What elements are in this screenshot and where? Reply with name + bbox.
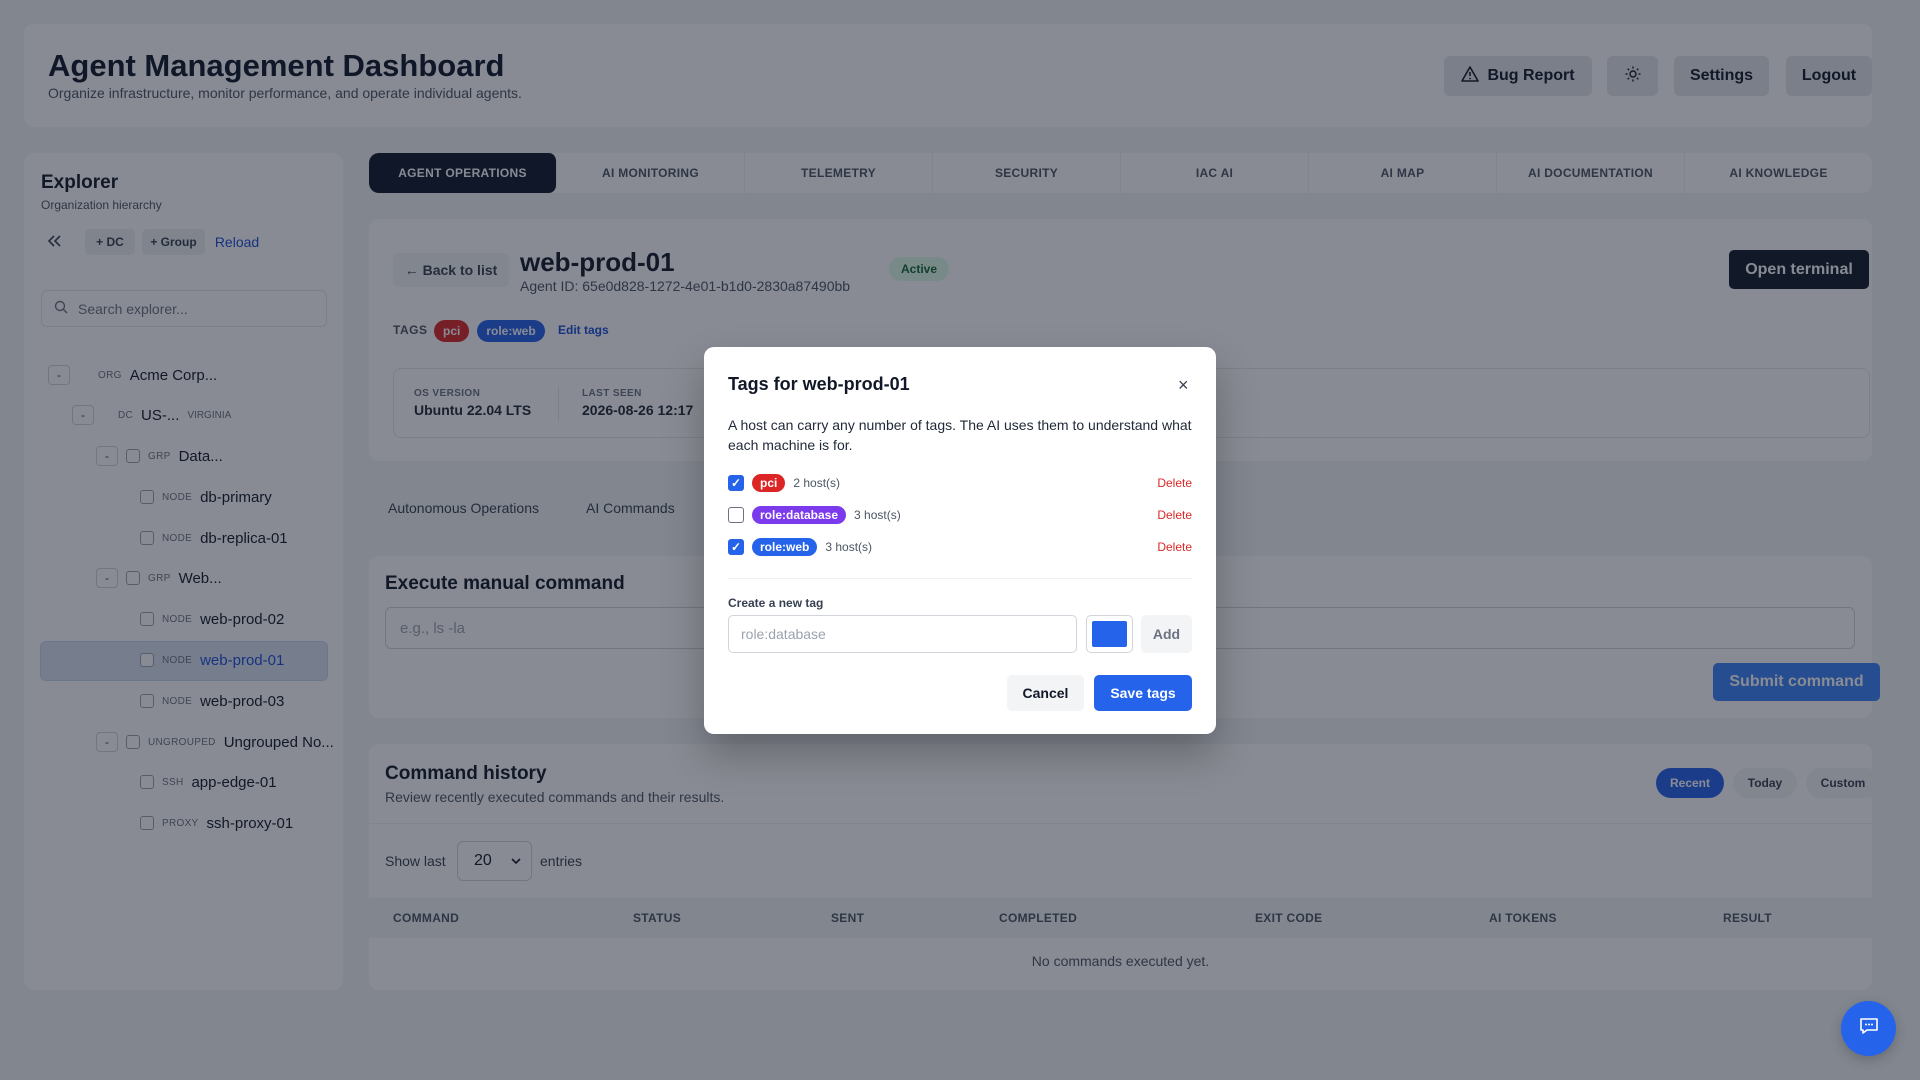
tag-row: ✓ pci 2 host(s) Delete	[728, 472, 1192, 494]
tag-row: ✓ role:web 3 host(s) Delete	[728, 536, 1192, 558]
cancel-button[interactable]: Cancel	[1007, 675, 1084, 711]
close-icon[interactable]: ×	[1178, 375, 1189, 396]
delete-tag-button[interactable]: Delete	[1157, 540, 1192, 554]
host-count: 3 host(s)	[854, 508, 901, 522]
modal-description: A host can carry any number of tags. The…	[728, 417, 1192, 453]
tag-checkbox[interactable]: ✓	[728, 475, 744, 491]
modal-title: Tags for web-prod-01	[728, 374, 910, 394]
chat-button[interactable]	[1841, 1001, 1896, 1056]
tag-chip: pci	[752, 474, 786, 492]
tags-modal: Tags for web-prod-01 × A host can carry …	[704, 347, 1216, 734]
host-count: 2 host(s)	[793, 476, 841, 490]
save-tags-button[interactable]: Save tags	[1094, 675, 1192, 711]
tag-color-picker[interactable]	[1086, 615, 1133, 653]
delete-tag-button[interactable]: Delete	[1157, 508, 1192, 522]
tag-checkbox[interactable]	[728, 507, 744, 523]
new-tag-placeholder: role:database	[741, 626, 826, 642]
tag-row: role:database 3 host(s) Delete	[728, 504, 1192, 526]
tag-checkbox[interactable]: ✓	[728, 539, 744, 555]
new-tag-input[interactable]: role:database	[728, 615, 1077, 653]
tag-chip: role:database	[752, 506, 847, 524]
tag-chip: role:web	[752, 538, 818, 556]
add-tag-button[interactable]: Add	[1141, 615, 1192, 653]
host-count: 3 host(s)	[825, 540, 873, 554]
chat-icon	[1858, 1015, 1880, 1042]
color-swatch	[1092, 621, 1127, 647]
divider	[728, 578, 1192, 579]
delete-tag-button[interactable]: Delete	[1157, 476, 1192, 490]
create-tag-label: Create a new tag	[728, 596, 824, 610]
